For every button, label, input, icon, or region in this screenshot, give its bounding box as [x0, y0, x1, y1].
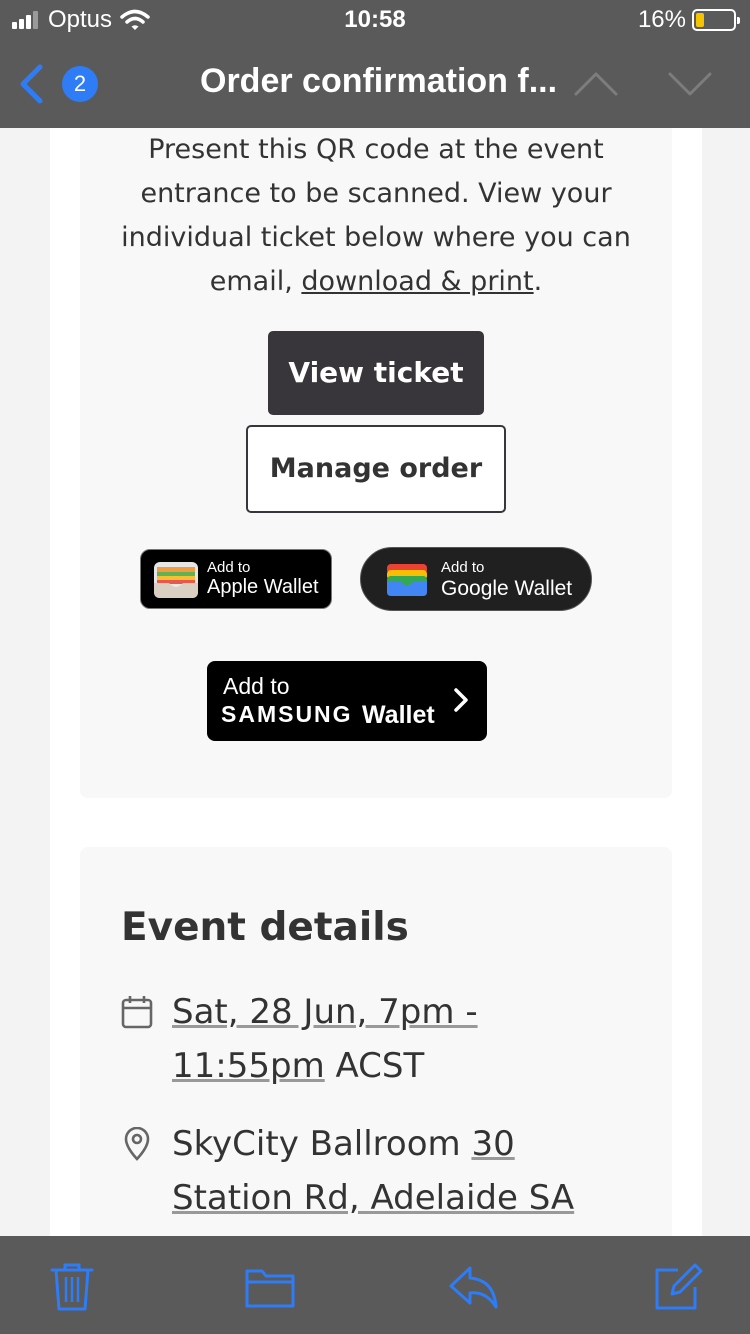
- view-ticket-button[interactable]: View ticket: [268, 331, 484, 415]
- qr-instructions-end: .: [533, 266, 543, 297]
- manage-order-button[interactable]: Manage order: [246, 425, 506, 513]
- ticket-card: Present this QR code at the event entran…: [80, 128, 672, 798]
- event-details-card: Event details Sat, 28 Jun, 7pm - 11:55pm…: [80, 847, 672, 1236]
- samsung-logo-text: SAMSUNG: [221, 701, 353, 727]
- status-bar: Optus 10:58 16%: [0, 0, 750, 40]
- samsung-wallet-label: Wallet: [362, 701, 435, 729]
- trash-icon[interactable]: [46, 1262, 98, 1312]
- add-to-samsung-wallet-button[interactable]: Add to SAMSUNG Wallet: [207, 661, 487, 741]
- qr-instructions: Present this QR code at the event entran…: [80, 128, 672, 304]
- bottom-toolbar: [0, 1236, 750, 1334]
- calendar-icon: [121, 996, 153, 1029]
- chevron-down-icon[interactable]: [666, 70, 714, 98]
- download-print-link[interactable]: download & print: [301, 266, 533, 297]
- google-wallet-small-label: Add to: [441, 559, 485, 576]
- email-content[interactable]: Present this QR code at the event entran…: [0, 128, 750, 1236]
- event-date-link[interactable]: Sat, 28 Jun, 7pm - 11:55pm: [172, 992, 478, 1086]
- apple-wallet-label: Apple Wallet: [207, 576, 319, 598]
- chevron-up-icon[interactable]: [572, 70, 620, 98]
- compose-icon[interactable]: [652, 1262, 704, 1312]
- back-chevron-icon[interactable]: [14, 64, 48, 104]
- google-wallet-icon: [387, 564, 427, 596]
- battery-icon: [692, 9, 740, 31]
- reply-icon[interactable]: [448, 1262, 500, 1312]
- battery-percent: 16%: [637, 6, 686, 33]
- add-to-apple-wallet-button[interactable]: Add to Apple Wallet: [140, 549, 332, 609]
- apple-wallet-icon: [154, 562, 198, 598]
- email-body: Present this QR code at the event entran…: [50, 128, 702, 1236]
- add-to-google-wallet-button[interactable]: Add to Google Wallet: [360, 547, 592, 611]
- folder-icon[interactable]: [244, 1262, 296, 1312]
- page-title: Order confirmation f...: [200, 62, 558, 100]
- location-pin-icon: [124, 1127, 150, 1161]
- google-wallet-label: Google Wallet: [441, 577, 573, 600]
- chevron-right-icon: [454, 688, 468, 712]
- event-timezone: ACST: [335, 1046, 425, 1086]
- event-venue: SkyCity Ballroom 30 Station Rd, Adelaide…: [172, 1117, 632, 1225]
- venue-name: SkyCity Ballroom: [172, 1124, 461, 1164]
- back-count-badge[interactable]: 2: [62, 66, 98, 102]
- event-date: Sat, 28 Jun, 7pm - 11:55pm ACST: [172, 985, 632, 1093]
- samsung-wallet-small-label: Add to: [223, 673, 290, 699]
- status-right: 16%: [637, 6, 740, 34]
- event-details-heading: Event details: [121, 905, 409, 950]
- nav-bar: 2 Order confirmation f...: [0, 40, 750, 128]
- apple-wallet-small-label: Add to: [207, 559, 251, 576]
